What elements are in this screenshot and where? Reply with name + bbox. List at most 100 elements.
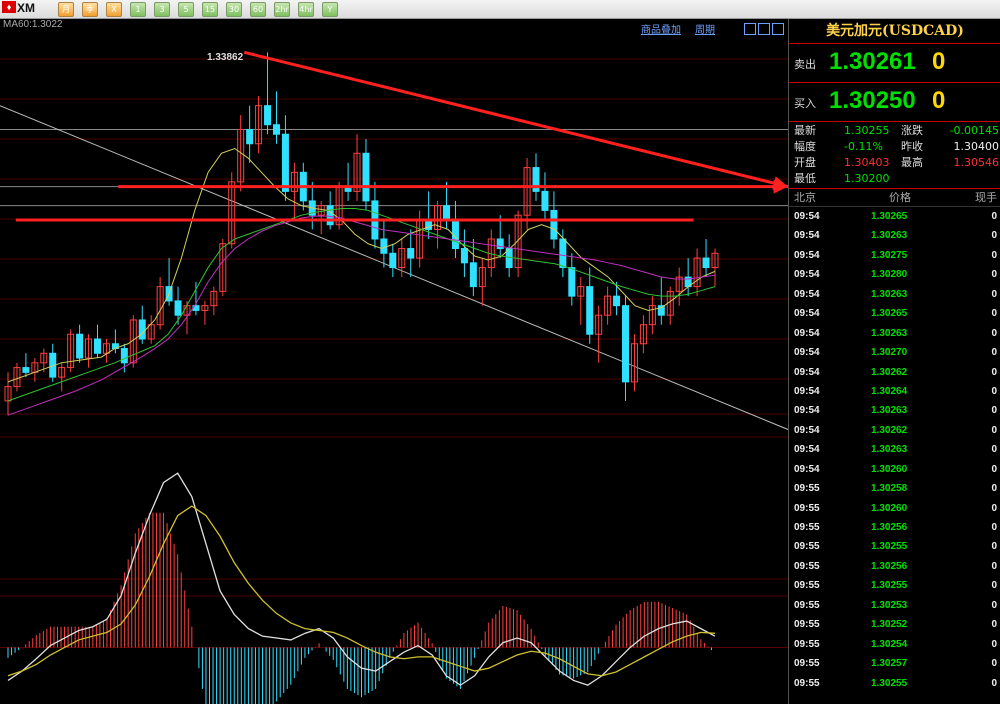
sell-quote[interactable]: 卖出 1.30261 0 [789, 44, 1000, 83]
tick-time: 09:54 [794, 463, 820, 475]
tick-price: 1.30260 [871, 463, 908, 475]
stat-value: -0.11% [844, 140, 883, 153]
period-button-11[interactable]: Y [322, 2, 338, 17]
candle-body [469, 262, 477, 288]
period-button-3[interactable]: 1 [130, 2, 146, 17]
tick-row: 09:54 1.30263 0 [789, 226, 1000, 245]
xm-logo-mark-icon: ♦ [2, 1, 16, 13]
tick-time: 09:54 [794, 249, 820, 261]
candle-body [550, 209, 558, 240]
symbol-title: 美元加元(USDCAD) [789, 19, 1000, 44]
candle-body [622, 305, 630, 383]
period-button-0[interactable]: 月 [58, 2, 74, 17]
ma-line [7, 208, 716, 402]
tick-volume: 0 [991, 677, 997, 689]
candle-body [174, 300, 182, 316]
sell-lot: 0 [932, 48, 946, 75]
tick-row: 09:54 1.30262 0 [789, 363, 1000, 382]
tick-price-header: 价格 [889, 191, 911, 204]
tick-row: 09:55 1.30256 0 [789, 557, 1000, 576]
tick-time: 09:54 [794, 327, 820, 339]
candle-body [272, 124, 280, 135]
tick-row: 09:55 1.30252 0 [789, 615, 1000, 634]
candle-body [93, 338, 101, 354]
tick-price: 1.30255 [871, 677, 908, 689]
tick-price: 1.30265 [871, 308, 908, 320]
tick-volume: 0 [991, 385, 997, 397]
tick-row: 09:55 1.30256 0 [789, 518, 1000, 537]
maximize-icon[interactable] [758, 23, 770, 35]
tick-volume: 0 [991, 638, 997, 650]
tick-row: 09:54 1.30275 0 [789, 246, 1000, 265]
buy-quote[interactable]: 买入 1.30250 0 [789, 83, 1000, 122]
period-button-4[interactable]: 3 [154, 2, 170, 17]
candle-body [460, 248, 468, 264]
period-button-7[interactable]: 30 [226, 2, 242, 17]
stat-label: 涨跌 [901, 124, 923, 137]
overlay-link[interactable]: 商品叠加 [641, 25, 681, 36]
tick-row: 09:55 1.30255 0 [789, 674, 1000, 693]
stat-value: 1.30255 [844, 124, 890, 137]
period-button-2[interactable]: X [106, 2, 122, 17]
tick-row: 09:54 1.30263 0 [789, 324, 1000, 343]
stat-label: 最低 [794, 172, 816, 185]
period-button-1[interactable]: 季 [82, 2, 98, 17]
tick-time: 09:55 [794, 658, 820, 670]
tick-price: 1.30255 [871, 580, 908, 592]
tick-price: 1.30263 [871, 405, 908, 417]
red-trend-line [243, 50, 788, 189]
candlestick-chart[interactable] [0, 19, 788, 704]
tick-price: 1.30260 [871, 502, 908, 514]
tick-time: 09:54 [794, 211, 820, 222]
buy-price: 1.30250 [829, 87, 916, 114]
candle-body [22, 367, 30, 373]
candle-body [264, 105, 272, 126]
tick-time-header: 北京 [794, 191, 816, 204]
period-button-8[interactable]: 60 [250, 2, 266, 17]
period-button-9[interactable]: 2hr [274, 2, 290, 17]
tick-volume: 0 [991, 502, 997, 514]
tick-row: 09:54 1.30264 0 [789, 382, 1000, 401]
tick-volume: 0 [991, 599, 997, 611]
sell-label: 卖出 [794, 58, 816, 71]
tick-time: 09:55 [794, 522, 820, 533]
candle-body [380, 238, 388, 254]
tick-volume: 0 [991, 308, 997, 320]
tick-row: 09:54 1.30263 0 [789, 285, 1000, 304]
tick-price: 1.30265 [871, 211, 908, 222]
xm-logo: ♦ XM [2, 1, 52, 17]
tick-volume: 0 [991, 541, 997, 553]
candle-body [586, 286, 594, 335]
tick-time: 09:54 [794, 385, 820, 397]
restore-icon[interactable] [744, 23, 756, 35]
candle-body [362, 152, 370, 202]
buy-lot: 0 [932, 87, 946, 114]
close-icon[interactable] [772, 23, 784, 35]
tick-list[interactable]: 09:54 1.30265 0 09:54 1.30263 0 09:54 1.30275 0 0… [789, 207, 1000, 693]
tick-time: 09:54 [794, 288, 820, 300]
tick-volume: 0 [991, 444, 997, 456]
tick-time: 09:55 [794, 541, 820, 553]
tick-price: 1.30257 [871, 658, 908, 670]
tick-price: 1.30254 [871, 638, 908, 650]
tick-price: 1.30253 [871, 599, 908, 611]
tick-time: 09:54 [794, 347, 820, 359]
tick-time: 09:54 [794, 230, 820, 242]
tick-row: 09:54 1.30270 0 [789, 343, 1000, 362]
tick-volume: 0 [991, 522, 997, 533]
tick-price: 1.30263 [871, 230, 908, 242]
tick-volume: 0 [991, 211, 997, 222]
tick-volume: 0 [991, 230, 997, 242]
period-button-6[interactable]: 15 [202, 2, 218, 17]
candle-body [76, 333, 84, 359]
period-button-5[interactable]: 5 [178, 2, 194, 17]
period-button-10[interactable]: 4hr [298, 2, 314, 17]
tick-volume: 0 [991, 269, 997, 281]
candle-body [246, 128, 254, 145]
tick-row: 09:55 1.30253 0 [789, 596, 1000, 615]
candle-body [443, 205, 451, 221]
logo-text: XM [17, 1, 35, 15]
period-link[interactable]: 周期 [695, 25, 715, 36]
tick-time: 09:55 [794, 599, 820, 611]
candle-body [120, 348, 128, 364]
